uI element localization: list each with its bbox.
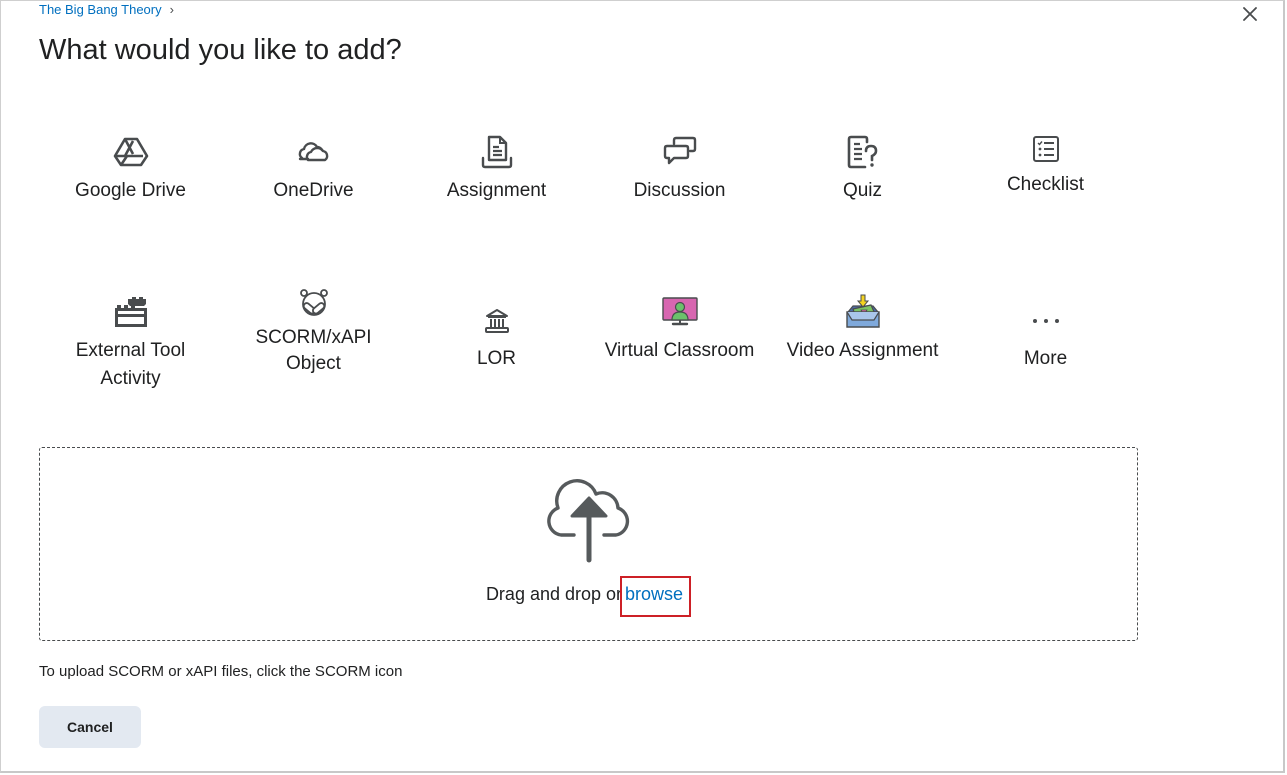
breadcrumb: The Big Bang Theory › [39,2,174,17]
tile-label: Discussion [633,180,726,201]
dropzone-text: Drag and drop or browse [40,576,1137,617]
tile-assignment[interactable]: Assignment [405,132,588,282]
more-dots-icon [1032,319,1059,323]
tile-virtual-classroom[interactable]: Virtual Classroom [588,292,771,442]
tile-label: Video Assignment [786,340,939,361]
tile-scorm-xapi-object[interactable]: SCORM/xAPI Object [222,289,405,442]
tile-quiz[interactable]: Quiz [771,132,954,282]
browse-link[interactable]: browse [620,576,692,617]
close-button[interactable] [1240,4,1260,24]
tile-label: Checklist [1006,174,1085,195]
tile-checklist[interactable]: Checklist [954,132,1137,282]
tile-label: External Tool Activity [75,340,186,389]
quiz-icon [847,135,877,169]
library-building-icon [484,309,509,333]
google-drive-icon [113,137,148,167]
page-title: What would you like to add? [39,34,402,66]
checklist-icon [1032,136,1059,162]
tile-label: Assignment [446,180,547,201]
close-icon [1243,7,1257,21]
assignment-icon [481,135,512,169]
file-dropzone[interactable]: Drag and drop or browse [39,447,1138,641]
drag-drop-label: Drag and drop or [485,584,623,604]
tile-more[interactable]: More [954,292,1137,442]
cloud-upload-icon [547,479,630,563]
chevron-right-icon: › [169,2,174,17]
onedrive-cloud-icon [298,142,328,162]
tile-label: LOR [476,348,517,369]
breadcrumb-link-course[interactable]: The Big Bang Theory [39,2,162,17]
virtual-classroom-icon [661,297,698,326]
tile-label: Google Drive [75,180,186,201]
tile-google-drive[interactable]: Google Drive [39,132,222,282]
video-assignment-icon [845,294,880,328]
tile-label: Quiz [842,180,883,201]
discussion-icon [663,136,696,165]
tile-label: Virtual Classroom [604,340,755,361]
tile-external-tool-activity[interactable]: External Tool Activity [39,292,222,442]
tile-video-assignment[interactable]: Video Assignment [771,292,954,442]
scorm-hint-text: To upload SCORM or xAPI files, click the… [39,663,403,680]
scorm-icon [299,289,328,316]
tile-lor[interactable]: LOR [405,292,588,442]
tile-onedrive[interactable]: OneDrive [222,132,405,282]
tile-label: OneDrive [273,180,354,201]
tile-label: SCORM/xAPI Object [255,327,372,374]
cancel-button[interactable]: Cancel [39,706,141,748]
tile-label: More [1023,348,1068,369]
tile-discussion[interactable]: Discussion [588,132,771,282]
external-tool-blocks-icon [114,297,147,327]
